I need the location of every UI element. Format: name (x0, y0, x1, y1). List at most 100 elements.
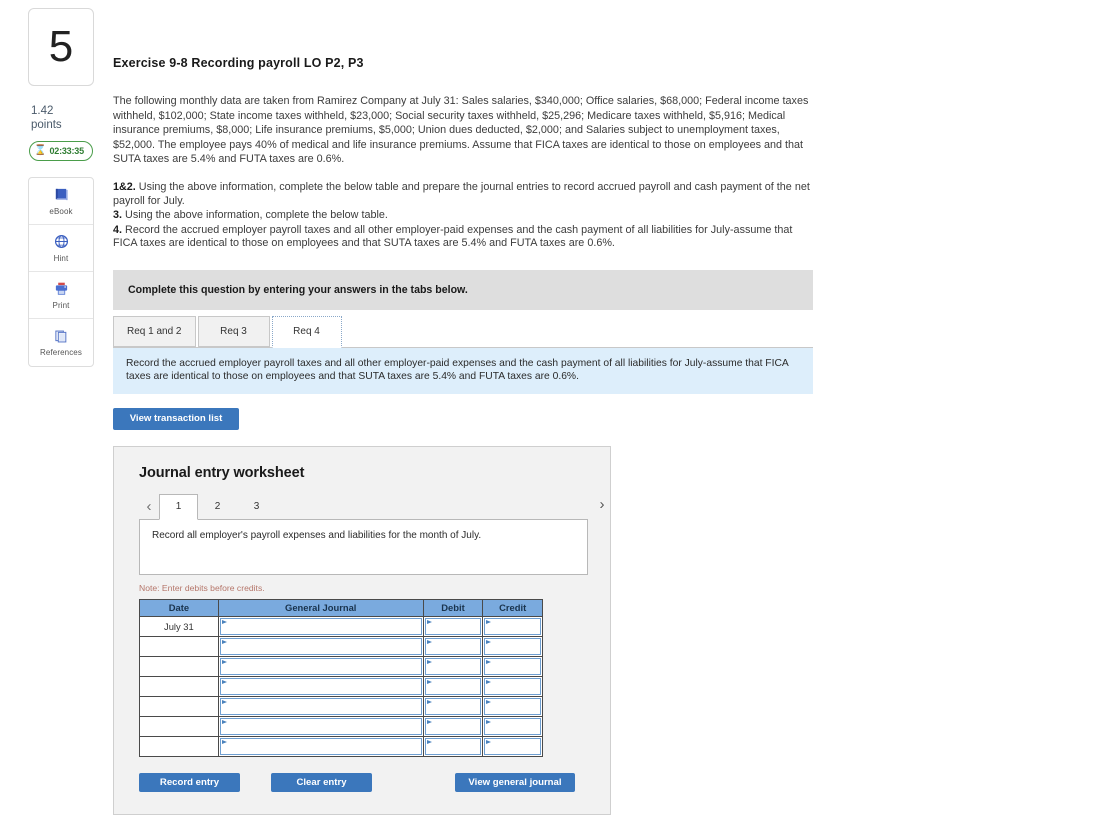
cell-debit[interactable] (422, 655, 484, 677)
cell-credit[interactable] (482, 675, 543, 697)
cell-debit[interactable] (422, 675, 484, 697)
cell-debit[interactable] (422, 715, 484, 737)
debit-input[interactable] (424, 737, 482, 755)
cell-general-journal[interactable] (217, 615, 424, 637)
account-select[interactable] (219, 637, 422, 655)
account-select[interactable] (219, 717, 422, 735)
cell-general-journal[interactable] (217, 635, 424, 657)
requirement-item: 1&2. Using the above information, comple… (113, 181, 813, 208)
record-entry-button[interactable]: Record entry (139, 772, 240, 792)
tool-label: References (40, 348, 82, 358)
active-tab-instructions: Record the accrued employer payroll taxe… (113, 347, 813, 394)
cell-general-journal[interactable] (217, 695, 424, 717)
tool-label: Hint (53, 253, 69, 263)
copy-pages-icon (54, 327, 69, 345)
debit-input[interactable] (424, 657, 482, 675)
tool-references[interactable]: References (29, 319, 93, 366)
journal-entry-worksheet-panel: Journal entry worksheet ‹ 1 2 3 › Record… (113, 445, 611, 815)
credit-input[interactable] (484, 677, 541, 695)
question-rail: 5 1.42 points ⌛ 02:33:35 eBook Hint Prin… (28, 8, 96, 367)
cell-date[interactable] (139, 735, 219, 757)
table-row (139, 675, 543, 697)
cell-date[interactable]: July 31 (139, 615, 219, 637)
chevron-right-icon[interactable]: › (592, 493, 612, 517)
account-select[interactable] (219, 697, 422, 715)
question-number: 5 (48, 22, 74, 71)
credit-input[interactable] (484, 617, 541, 635)
tool-hint[interactable]: Hint (29, 225, 93, 272)
tab-req-4[interactable]: Req 4 (271, 315, 342, 348)
tool-label: Print (52, 300, 70, 310)
cell-credit[interactable] (482, 635, 543, 657)
cell-date[interactable] (139, 675, 219, 697)
cell-debit[interactable] (422, 735, 484, 757)
debit-input[interactable] (424, 617, 482, 635)
worksheet-pagination: ‹ 1 2 3 › (139, 493, 605, 520)
view-transaction-list-button[interactable]: View transaction list (113, 407, 239, 430)
cell-credit[interactable] (482, 735, 543, 757)
cell-credit[interactable] (482, 655, 543, 677)
debit-input[interactable] (424, 677, 482, 695)
debits-before-credits-note: Note: Enter debits before credits. (139, 582, 265, 593)
credit-input[interactable] (484, 637, 541, 655)
hourglass-icon: ⌛ (34, 144, 47, 156)
column-header-general-journal: General Journal (217, 598, 424, 617)
table-row (139, 715, 543, 737)
credit-input[interactable] (484, 737, 541, 755)
account-select[interactable] (219, 677, 422, 695)
requirement-text: Using the above information, complete th… (113, 180, 810, 207)
credit-input[interactable] (484, 717, 541, 735)
instruction-banner: Complete this question by entering your … (113, 269, 813, 310)
credit-input[interactable] (484, 657, 541, 675)
table-row (139, 735, 543, 757)
points-block: 1.42 points (28, 104, 96, 133)
chevron-left-icon[interactable]: ‹ (139, 495, 159, 519)
question-number-box: 5 (28, 8, 94, 86)
hint-globe-icon (54, 233, 69, 251)
page-title: Exercise 9-8 Recording payroll LO P2, P3 (113, 56, 364, 70)
cell-debit[interactable] (422, 635, 484, 657)
requirement-number: 1&2. (113, 180, 136, 193)
table-row (139, 655, 543, 677)
cell-general-journal[interactable] (217, 675, 424, 697)
debit-input[interactable] (424, 637, 482, 655)
account-select[interactable] (219, 657, 422, 675)
requirement-number: 3. (113, 209, 123, 222)
credit-input[interactable] (484, 697, 541, 715)
cell-credit[interactable] (482, 615, 543, 637)
requirement-tabs: Req 1 and 2 Req 3 Req 4 (113, 315, 813, 348)
cell-general-journal[interactable] (217, 735, 424, 757)
worksheet-page-3[interactable]: 3 (237, 494, 276, 519)
worksheet-page-2[interactable]: 2 (198, 494, 237, 519)
cell-date[interactable] (139, 695, 219, 717)
clear-entry-button[interactable]: Clear entry (271, 772, 372, 792)
account-select[interactable] (219, 617, 422, 635)
timer-value: 02:33:35 (49, 145, 84, 156)
table-body: July 31 (139, 615, 543, 757)
table-row (139, 695, 543, 717)
cell-credit[interactable] (482, 715, 543, 737)
tool-panel: eBook Hint Print References (28, 176, 94, 367)
debit-input[interactable] (424, 697, 482, 715)
requirement-text: Record the accrued employer payroll taxe… (113, 223, 793, 250)
cell-general-journal[interactable] (217, 655, 424, 677)
cell-credit[interactable] (482, 695, 543, 717)
cell-general-journal[interactable] (217, 715, 424, 737)
debit-input[interactable] (424, 717, 482, 735)
cell-debit[interactable] (422, 615, 484, 637)
cell-debit[interactable] (422, 695, 484, 717)
worksheet-page-1[interactable]: 1 (159, 493, 198, 520)
account-select[interactable] (219, 737, 422, 755)
tool-ebook[interactable]: eBook (29, 178, 93, 225)
cell-date[interactable] (139, 655, 219, 677)
table-row (139, 635, 543, 657)
column-header-credit: Credit (482, 598, 543, 617)
cell-date[interactable] (139, 715, 219, 737)
points-label: points (31, 119, 62, 132)
tool-print[interactable]: Print (29, 272, 93, 319)
printer-icon (54, 280, 69, 298)
view-general-journal-button[interactable]: View general journal (455, 772, 575, 792)
tab-req-1-and-2[interactable]: Req 1 and 2 (113, 315, 196, 347)
tab-req-3[interactable]: Req 3 (197, 315, 270, 347)
cell-date[interactable] (139, 635, 219, 657)
